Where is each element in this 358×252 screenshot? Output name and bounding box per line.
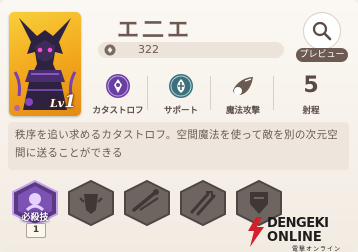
stat-divider [210,76,211,110]
description-box: 秩序を追い求めるカタストロフ。空間魔法を使って敵を別の次元空間に送ることができる [8,122,349,170]
catastrophe-icon [106,74,130,98]
unit-portrait[interactable]: Lv1 [9,12,81,116]
dengeki-logo-icon [248,217,264,247]
magnifier-icon [312,21,332,41]
skill-slot-locked[interactable] [178,180,228,236]
locked-skill-icon [180,180,226,226]
stat-role[interactable]: サポート [152,70,210,116]
skill-slot-locked[interactable] [122,180,172,236]
support-icon [169,74,193,98]
special-skill-label: 必殺技 [21,213,49,223]
stat-attack-type[interactable]: 魔法攻撃 [214,70,272,116]
watermark-line1: DENGEKI [267,216,329,231]
cost-icon [104,44,116,56]
unit-level: Lv1 [50,92,76,112]
dengeki-online-watermark: DENGEKI ONLINE 電撃オンライン [245,213,358,252]
preview-label: プレビュー [296,48,348,62]
special-skill-level: 1 [26,223,46,238]
skill-slot-special[interactable]: 必殺技 1 [10,180,60,238]
watermark-line2: ONLINE [267,230,322,245]
stat-attack-type-label: 魔法攻撃 [225,106,260,116]
stat-range: 5 射程 [282,70,340,116]
watermark-sub: 電撃オンライン [292,246,342,252]
stat-range-value: 5 [303,73,319,98]
unit-name: エ二エ [117,18,193,43]
cost-value: 322 [138,43,159,56]
locked-skill-icon [124,180,170,226]
magic-attack-icon [233,77,253,95]
preview-button[interactable]: プレビュー [296,12,348,64]
skill-slot-locked[interactable] [66,180,116,236]
locked-skill-icon [68,180,114,226]
stat-divider [147,76,148,110]
cost-bar: 322 [98,42,284,58]
unit-description: 秩序を追い求めるカタストロフ。空間魔法を使って敵を別の次元空間に送ることができる [15,129,339,159]
stat-class-label: カタストロフ [92,106,144,116]
unit-detail-card: Lv1 エ二エ 322 プレビュー カタストロフ サポート 魔法攻撃 5 射程 … [0,0,358,252]
stat-range-label: 射程 [302,106,320,116]
preview-circle [303,12,341,50]
stat-class[interactable]: カタストロフ [89,70,147,116]
stat-role-label: サポート [163,106,198,116]
stat-divider [273,76,274,110]
